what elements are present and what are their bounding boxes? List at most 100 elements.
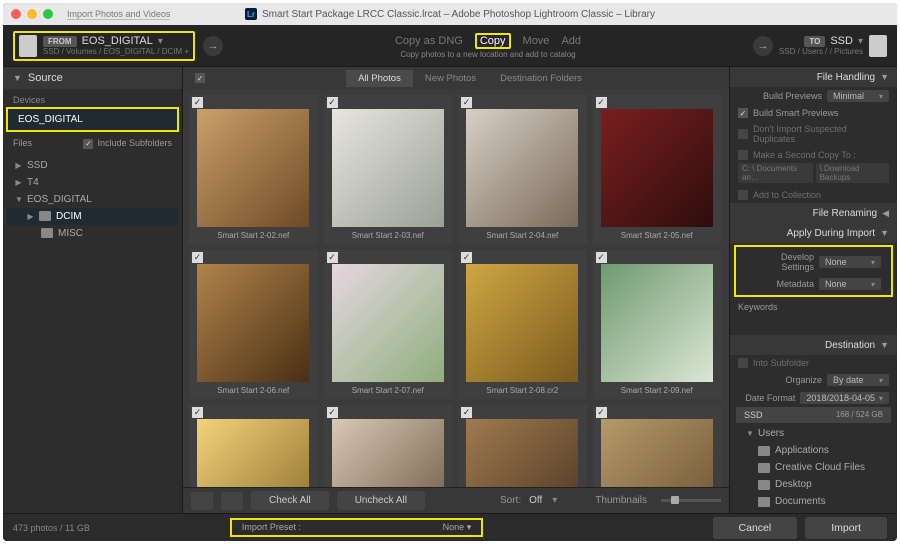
thumb-checkbox[interactable] [192,252,203,263]
folder-misc[interactable]: MISC [7,225,178,242]
dest-back-icon[interactable]: → [753,36,773,56]
thumb-checkbox[interactable] [327,252,338,263]
thumbnail-cell[interactable]: Smart Start 2-07.nef [324,250,453,399]
skip-duplicates-check[interactable] [738,129,748,139]
thumbnail-cell[interactable] [458,405,587,487]
volumes-tree: ▶SSD ▶T4 ▼EOS_DIGITAL ▶DCIM MISC [3,155,182,244]
mode-copy-as-dng[interactable]: Copy as DNG [395,35,463,47]
import-summary: 473 photos / 11 GB [13,523,90,533]
thumb-checkbox[interactable] [327,97,338,108]
build-smart-previews-check[interactable] [738,108,748,118]
thumbnail-size-slider[interactable] [661,499,721,502]
thumb-checkbox[interactable] [327,407,338,418]
from-source-box[interactable]: FROM EOS_DIGITAL ▾ SSD / Volumes / EOS_D… [13,31,195,61]
develop-settings-select[interactable]: None▾ [819,256,881,268]
thumb-checkbox[interactable] [192,97,203,108]
app-window: Import Photos and Videos Lr Smart Start … [3,3,897,541]
volume-ssd[interactable]: ▶SSD [7,157,178,174]
thumb-checkbox[interactable] [461,97,472,108]
main-row: ▼Source Devices EOS_DIGITAL Files Includ… [3,67,897,513]
tab-new-photos[interactable]: New Photos [413,70,488,87]
thumb-image [601,419,713,487]
files-row: Files Include Subfolders [3,132,182,155]
into-subfolder-check[interactable] [738,358,748,368]
view-grid-button[interactable] [191,492,213,510]
thumb-caption: Smart Start 2-04.nef [486,227,558,244]
mode-move[interactable]: Move [523,35,550,47]
thumb-checkbox[interactable] [596,97,607,108]
thumb-image [466,419,578,487]
date-format-select[interactable]: 2018/2018-04-05▾ [800,392,889,404]
thumbnail-cell[interactable] [593,405,722,487]
thumb-checkbox[interactable] [596,407,607,418]
thumb-image [601,264,713,382]
files-label: Files [13,138,32,148]
from-label: FROM [43,36,77,47]
volume-eos[interactable]: ▼EOS_DIGITAL [7,191,178,208]
tab-destination-folders[interactable]: Destination Folders [488,70,594,87]
document-title: Smart Start Package LRCC Classic.lrcat –… [262,9,655,20]
add-collection-check[interactable] [738,190,748,200]
app-icon: Lr [245,8,257,20]
second-copy-check[interactable] [738,150,748,160]
sort-value[interactable]: Off [529,495,542,506]
source-forward-icon[interactable]: → [203,36,223,56]
thumbnail-cell[interactable]: Smart Start 2-06.nef [189,250,318,399]
include-subfolders-toggle[interactable]: Include Subfolders [83,138,172,149]
import-button[interactable]: Import [805,517,887,539]
thumb-caption: Smart Start 2-06.nef [217,382,289,399]
thumb-image [466,109,578,227]
thumbnail-cell[interactable]: Smart Start 2-09.nef [593,250,722,399]
thumb-image [466,264,578,382]
select-all-checkbox[interactable] [195,73,205,83]
file-renaming-header[interactable]: File Renaming◀ [730,203,897,223]
volume-t4[interactable]: ▶T4 [7,174,178,191]
source-panel: ▼Source Devices EOS_DIGITAL Files Includ… [3,67,183,513]
folder-dcim[interactable]: ▶DCIM [7,208,178,225]
keywords-label: Keywords [738,302,778,312]
source-header[interactable]: ▼Source [3,67,182,89]
thumbnail-cell[interactable] [189,405,318,487]
tab-all-photos[interactable]: All Photos [346,70,413,87]
file-handling-header[interactable]: File Handling▼ [730,67,897,87]
apply-during-import-header[interactable]: Apply During Import▼ [730,223,897,243]
folder-icon [758,463,770,473]
folder-icon [41,228,53,238]
thumbnail-cell[interactable]: Smart Start 2-08.cr2 [458,250,587,399]
thumb-checkbox[interactable] [461,407,472,418]
thumbnail-cell[interactable]: Smart Start 2-04.nef [458,95,587,244]
thumb-caption: Smart Start 2-03.nef [352,227,424,244]
dest-creative-cloud[interactable]: Creative Cloud Files [738,459,893,476]
dest-drive-row[interactable]: SSD168 / 524 GB [736,407,891,423]
cancel-button[interactable]: Cancel [713,517,798,539]
thumb-caption: Smart Start 2-07.nef [352,382,424,399]
dest-documents[interactable]: Documents [738,493,893,510]
thumbnail-cell[interactable]: Smart Start 2-05.nef [593,95,722,244]
titlebar: Import Photos and Videos Lr Smart Start … [3,3,897,25]
grid-scroll[interactable]: Smart Start 2-02.nef Smart Start 2-03.ne… [183,89,729,487]
dest-desktop[interactable]: Desktop [738,476,893,493]
dest-users[interactable]: ▼Users [738,425,893,442]
view-loupe-button[interactable] [221,492,243,510]
build-previews-select[interactable]: Minimal▾ [827,90,889,102]
thumbnail-cell[interactable] [324,405,453,487]
apply-during-import-highlight: Develop SettingsNone▾ MetadataNone▾ [734,245,893,297]
thumbnail-cell[interactable]: Smart Start 2-02.nef [189,95,318,244]
mode-add[interactable]: Add [561,35,581,47]
destination-header[interactable]: Destination▼ [730,335,897,355]
thumb-checkbox[interactable] [461,252,472,263]
organize-select[interactable]: By date▾ [827,374,889,386]
dest-applications[interactable]: Applications [738,442,893,459]
thumb-checkbox[interactable] [596,252,607,263]
thumbnail-grid: Smart Start 2-02.nef Smart Start 2-03.ne… [189,95,729,487]
thumb-checkbox[interactable] [192,407,203,418]
thumbnail-cell[interactable]: Smart Start 2-03.nef [324,95,453,244]
check-all-button[interactable]: Check All [251,491,329,510]
title-center: Lr Smart Start Package LRCC Classic.lrca… [3,8,897,20]
mode-copy[interactable]: Copy [475,33,511,49]
uncheck-all-button[interactable]: Uncheck All [337,491,425,510]
to-destination-box[interactable]: → TO SSD ▾ SSD / Users / / Pictures [753,35,887,57]
metadata-select[interactable]: None▾ [819,278,881,290]
device-eos-digital[interactable]: EOS_DIGITAL [6,107,179,132]
import-preset-bar[interactable]: Import Preset :None ▾ [230,518,483,537]
